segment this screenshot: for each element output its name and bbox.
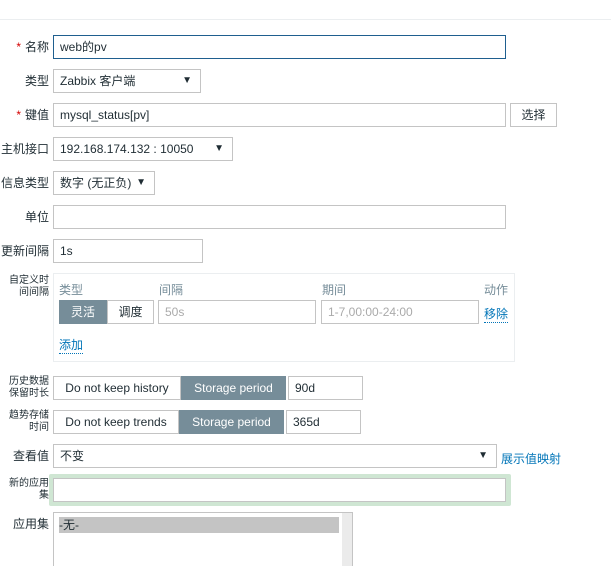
remove-link[interactable]: 移除: [484, 305, 509, 323]
new-app-label: 新的应用集: [9, 478, 49, 501]
scheduling-button[interactable]: 调度: [107, 300, 154, 324]
period-input[interactable]: 1-7,00:00-24:00: [321, 300, 479, 324]
show-value-mappings-link[interactable]: 展示值映射: [501, 450, 561, 467]
header-action: 动作: [484, 283, 509, 297]
key-input[interactable]: mysql_status[pv]: [53, 103, 506, 127]
type-select[interactable]: Zabbix 客户端: [53, 69, 201, 93]
interval-input[interactable]: 50s: [158, 300, 316, 324]
apps-label: 应用集: [12, 517, 49, 531]
info-type-value: 数字 (无正负): [60, 176, 132, 190]
no-history-button[interactable]: Do not keep history: [53, 376, 181, 400]
history-storage-button[interactable]: Storage period: [181, 376, 286, 400]
custom-intervals-box: 类型 间隔 期间 动作 灵活 调度 50s 1-7,00:00-24:00 移除…: [53, 273, 515, 362]
history-input[interactable]: 90d: [288, 376, 363, 400]
no-trends-button[interactable]: Do not keep trends: [53, 410, 179, 434]
type-value: Zabbix 客户端: [60, 74, 136, 88]
info-type-select[interactable]: 数字 (无正负): [53, 171, 155, 195]
apps-scrollbar[interactable]: [342, 513, 352, 566]
update-interval-input[interactable]: 1s: [53, 239, 203, 263]
select-key-button[interactable]: 选择: [510, 103, 557, 127]
valuemap-select[interactable]: 不变: [53, 444, 497, 468]
header-type: 类型: [59, 283, 84, 297]
header-interval: 间隔: [159, 283, 184, 297]
units-input[interactable]: [53, 205, 506, 229]
history-label: 历史数据保留时长: [9, 376, 49, 399]
new-app-input[interactable]: [53, 478, 506, 502]
units-label: 单位: [24, 210, 49, 224]
add-link[interactable]: 添加: [59, 336, 84, 354]
flexible-button[interactable]: 灵活: [59, 300, 107, 324]
custom-intervals-label: 自定义时间间隔: [9, 275, 49, 298]
apps-listbox[interactable]: -无-: [53, 512, 353, 566]
interface-select[interactable]: 192.168.174.132 : 10050: [53, 137, 233, 161]
interface-label: 主机接口: [0, 142, 49, 156]
update-interval-label: 更新间隔: [0, 244, 49, 258]
valuemap-label: 查看值: [12, 449, 49, 463]
interface-value: 192.168.174.132 : 10050: [60, 142, 194, 156]
header-period: 期间: [322, 283, 347, 297]
trends-label: 趋势存储时间: [9, 410, 49, 433]
key-label: * 键值: [16, 108, 49, 122]
name-input[interactable]: web的pv: [53, 35, 506, 59]
trends-input[interactable]: 365d: [286, 410, 361, 434]
name-label: * 名称: [16, 40, 49, 54]
top-bar: [0, 0, 611, 20]
info-type-label: 信息类型: [0, 176, 49, 190]
trends-storage-button[interactable]: Storage period: [179, 410, 284, 434]
apps-option[interactable]: -无-: [59, 517, 339, 533]
type-label: 类型: [24, 74, 49, 88]
valuemap-value: 不变: [60, 449, 85, 463]
